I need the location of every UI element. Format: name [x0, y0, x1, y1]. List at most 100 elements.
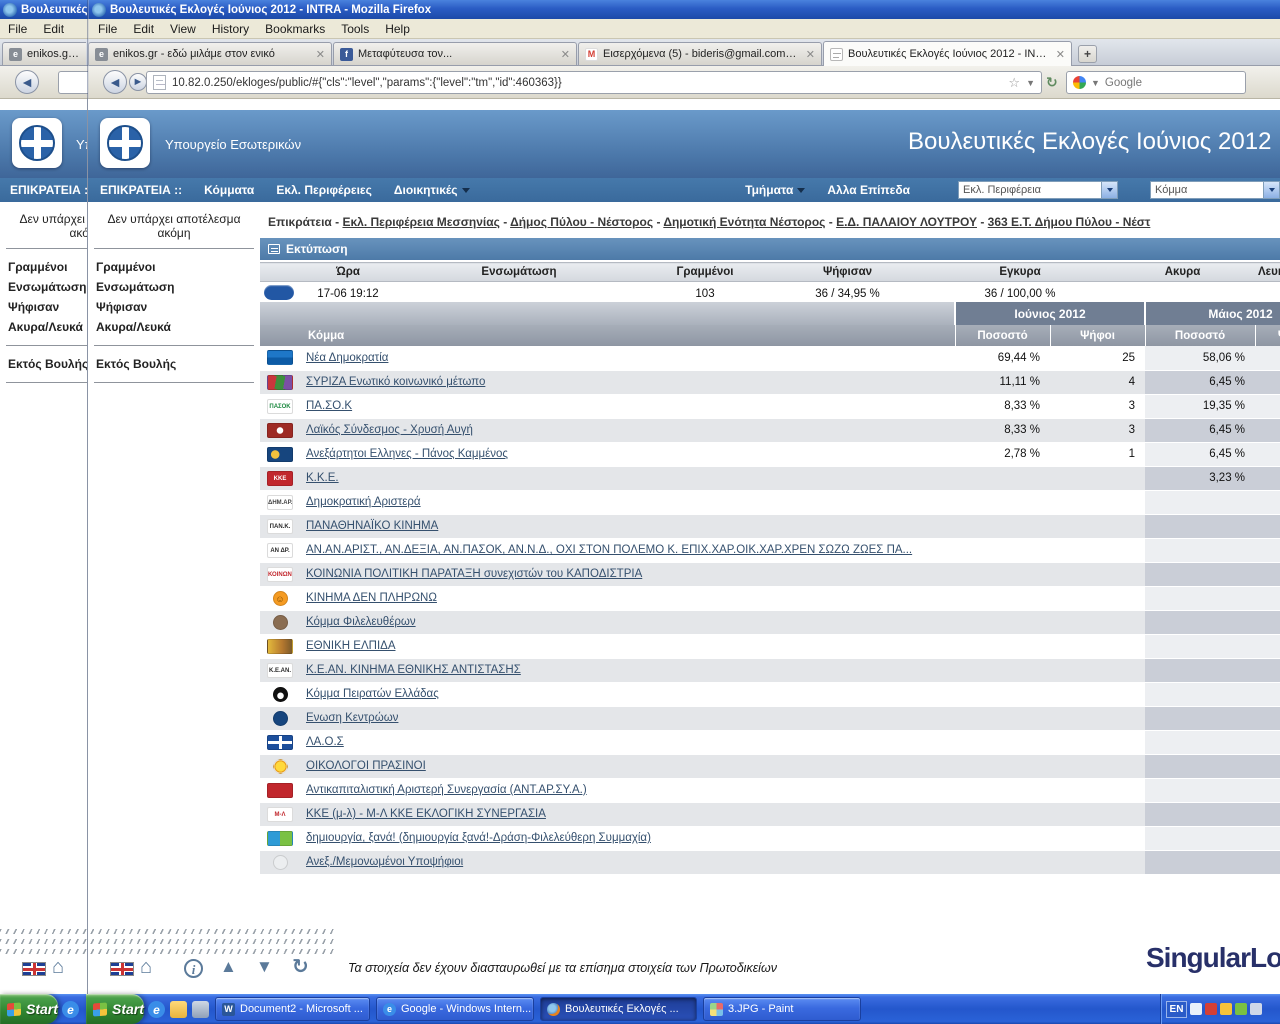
- home-icon[interactable]: ⌂: [140, 956, 152, 979]
- tab-close-icon[interactable]: ✕: [1054, 48, 1065, 61]
- menu-file[interactable]: File: [0, 20, 35, 38]
- breadcrumb-link[interactable]: Δημοτική Ενότητα Νέστορος: [663, 215, 825, 229]
- taskbar-button-ie[interactable]: e Google - Windows Intern...: [376, 997, 534, 1021]
- party-link[interactable]: Κ.Ε.ΑΝ. ΚΙΝΗΜΑ ΕΘΝΙΚΗΣ ΑΝΤΙΣΤΑΣΗΣ: [306, 664, 521, 676]
- party-link[interactable]: ΠΑ.ΣΟ.Κ: [306, 400, 352, 412]
- breadcrumb-link[interactable]: 363 Ε.Τ. Δήμου Πύλου - Νέστ: [988, 215, 1151, 229]
- june-votes-cell: [1050, 610, 1145, 634]
- background-window-tab[interactable]: e enikos.gr - εδώ μιλάμε στον ενικό: [2, 42, 86, 65]
- search-input[interactable]: ▼ Google: [1066, 71, 1246, 94]
- divider: [94, 345, 254, 346]
- menu-item[interactable]: Edit: [125, 20, 162, 38]
- party-link[interactable]: Δημοκρατική Αριστερά: [306, 496, 421, 508]
- explorer-folder-icon[interactable]: [170, 1001, 187, 1018]
- nav-item-alla-epipeda[interactable]: Αλλα Επίπεδα: [827, 183, 910, 197]
- party-link[interactable]: ΚΟΙΝΩΝΙΑ ΠΟΛΙΤΙΚΗ ΠΑΡΑΤΑΞΗ συνεχιστών το…: [306, 568, 642, 580]
- background-back-button[interactable]: ◄: [15, 70, 39, 94]
- menu-item[interactable]: History: [204, 20, 257, 38]
- menu-item[interactable]: Tools: [333, 20, 377, 38]
- party-link[interactable]: ΚΙΝΗΜΑ ΔΕΝ ΠΛΗΡΩΝΩ: [306, 592, 437, 604]
- firefox-icon: [547, 1003, 560, 1016]
- tab-enikos[interactable]: e enikos.gr - εδώ μιλάμε στον ενικό ✕: [88, 42, 332, 65]
- language-indicator[interactable]: EN: [1166, 1001, 1187, 1018]
- update-icon[interactable]: [1220, 1003, 1232, 1015]
- may-percent-cell: 6,45 %: [1145, 370, 1255, 394]
- network-icon[interactable]: [1235, 1003, 1247, 1015]
- language-flag-icon[interactable]: [22, 962, 46, 976]
- party-link[interactable]: Ανεξ./Μεμονωμένοι Υποψήφιοι: [306, 856, 463, 868]
- tab-gmail[interactable]: M Εισερχόμενα (5) - bideris@gmail.com - …: [578, 42, 822, 65]
- show-desktop-icon[interactable]: [192, 1001, 209, 1018]
- party-link[interactable]: ΣΥΡΙΖΑ Ενωτικό κοινωνικό μέτωπο: [306, 376, 485, 388]
- may-votes-cell: [1255, 706, 1280, 730]
- party-link[interactable]: ΠΑΝΑΘΗΝΑΪΚΟ ΚΙΝΗΜΑ: [306, 520, 438, 532]
- nav-item-periferies[interactable]: Εκλ. Περιφέρειες: [276, 183, 372, 197]
- forward-button[interactable]: ►: [129, 73, 147, 91]
- breadcrumb-link[interactable]: Εκλ. Περιφέρεια Μεσσηνίας: [342, 215, 499, 229]
- search-engine-dropdown-icon[interactable]: ▼: [1091, 78, 1100, 88]
- taskbar-button-firefox[interactable]: Βουλευτικές Εκλογές ...: [540, 997, 697, 1021]
- june-percent-cell: [955, 850, 1050, 874]
- print-button[interactable]: Εκτύπωση: [260, 238, 1280, 260]
- party-icon: ΑΝ ΔΡ.: [267, 543, 293, 558]
- history-dropdown-icon[interactable]: ▼: [1026, 78, 1035, 88]
- menu-item[interactable]: View: [162, 20, 204, 38]
- dropdown-button-icon[interactable]: [1101, 182, 1117, 198]
- nav-item-tmimata[interactable]: Τμήματα: [745, 183, 805, 197]
- menu-item[interactable]: File: [90, 20, 125, 38]
- party-link[interactable]: Ανεξάρτητοι Ελληνες - Πάνος Καμμένος: [306, 448, 508, 460]
- back-button[interactable]: ◄: [103, 70, 127, 94]
- reload-icon[interactable]: ↻: [1046, 74, 1058, 91]
- internet-explorer-icon[interactable]: e: [62, 1001, 79, 1018]
- tab-close-icon[interactable]: ✕: [559, 48, 570, 61]
- tab-close-icon[interactable]: ✕: [314, 48, 325, 61]
- shield-icon[interactable]: [1205, 1003, 1217, 1015]
- taskbar-button-word[interactable]: W Document2 - Microsoft ...: [215, 997, 370, 1021]
- menu-item[interactable]: Help: [377, 20, 418, 38]
- party-link[interactable]: Αντικαπιταλιστική Αριστερή Συνεργασία (Α…: [306, 784, 587, 796]
- party-link[interactable]: ΛΑ.Ο.Σ: [306, 736, 344, 748]
- internet-explorer-icon[interactable]: e: [148, 1001, 165, 1018]
- party-link[interactable]: ΚΚΕ (μ-λ) - Μ-Λ ΚΚΕ ΕΚΛΟΓΙΚΗ ΣΥΝΕΡΓΑΣΙΑ: [306, 808, 546, 820]
- party-link[interactable]: ΟΙΚΟΛΟΓΟΙ ΠΡΑΣΙΝΟΙ: [306, 760, 426, 772]
- tab-elections-active[interactable]: Βουλευτικές Εκλογές Ιούνιος 2012 - INTRA…: [823, 41, 1072, 66]
- party-select[interactable]: Κόμμα: [1150, 181, 1280, 199]
- tab-facebook[interactable]: f Μεταφύτευσα τον... ✕: [333, 42, 577, 65]
- refresh-icon[interactable]: ↻: [292, 954, 309, 979]
- down-arrow-icon[interactable]: ▼: [256, 957, 273, 977]
- region-select[interactable]: Εκλ. Περιφέρεια: [958, 181, 1118, 199]
- party-link[interactable]: Κόμμα Πειρατών Ελλάδας: [306, 688, 439, 700]
- new-tab-button[interactable]: +: [1078, 45, 1097, 63]
- url-input[interactable]: 10.82.0.250/ekloges/public/#{"cls":"leve…: [146, 71, 1042, 94]
- language-flag-icon[interactable]: [110, 962, 134, 976]
- dropdown-button-icon[interactable]: [1263, 182, 1279, 198]
- keyboard-icon[interactable]: [1250, 1003, 1262, 1015]
- up-arrow-icon[interactable]: ▲: [220, 957, 237, 977]
- nav-item-dioikitikes[interactable]: Διοικητικές: [394, 183, 470, 197]
- taskbar-button-paint[interactable]: 3.JPG - Paint: [703, 997, 861, 1021]
- background-urlbar[interactable]: [58, 71, 88, 94]
- home-icon[interactable]: ⌂: [52, 956, 64, 979]
- party-link[interactable]: Κόμμα Φιλελευθέρων: [306, 616, 416, 628]
- nav-item-epikrateia[interactable]: ΕΠΙΚΡΑΤΕΙΑ ::: [100, 183, 182, 197]
- info-icon[interactable]: i: [184, 959, 203, 978]
- party-link[interactable]: ΕΘΝΙΚΗ ΕΛΠΙΔΑ: [306, 640, 396, 652]
- party-link[interactable]: Ενωση Κεντρώων: [306, 712, 398, 724]
- no-result-text: Δεν υπάρχει αποτέλεσμα ακόμη: [88, 202, 260, 240]
- party-link[interactable]: δημιουργία, ξανά! (δημιουργία ξανά!-Δράσ…: [306, 832, 651, 844]
- breadcrumb-link[interactable]: Ε.Δ. ΠΑΛΑΙΟΥ ΛΟΥΤΡΟΥ: [836, 215, 977, 229]
- breadcrumb-segment: - Δήμος Πύλου - Νέστορος: [503, 215, 653, 229]
- party-link[interactable]: Νέα Δημοκρατία: [306, 352, 388, 364]
- tab-close-icon[interactable]: ✕: [804, 48, 815, 61]
- party-link[interactable]: ΑΝ.ΑΝ.ΑΡΙΣΤ., ΑΝ.ΔΕΞΙΑ, ΑΝ.ΠΑΣΟΚ, ΑΝ.Ν.Δ…: [306, 544, 912, 556]
- start-button[interactable]: Start: [0, 994, 58, 1024]
- volume-icon[interactable]: [1190, 1003, 1202, 1015]
- menu-item[interactable]: Bookmarks: [257, 20, 333, 38]
- bookmark-star-icon[interactable]: ☆: [1008, 75, 1020, 91]
- party-link[interactable]: Λαϊκός Σύνδεσμος - Χρυσή Αυγή: [306, 424, 473, 436]
- menu-edit[interactable]: Edit: [35, 20, 72, 38]
- nav-item-kommata[interactable]: Κόμματα: [204, 183, 254, 197]
- party-link[interactable]: Κ.Κ.Ε.: [306, 472, 339, 484]
- breadcrumb-link[interactable]: Δήμος Πύλου - Νέστορος: [510, 215, 653, 229]
- start-button-2[interactable]: Start: [86, 994, 144, 1024]
